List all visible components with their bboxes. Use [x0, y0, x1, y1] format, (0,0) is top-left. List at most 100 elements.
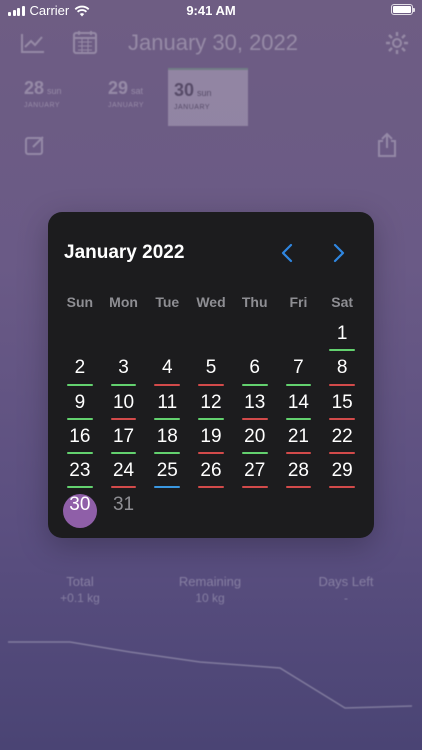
day-number: 26 [200, 460, 222, 482]
day-status-bar [241, 417, 268, 420]
calendar-day[interactable]: 22 [320, 423, 364, 457]
day-status-bar [329, 417, 355, 420]
empty-day-cell [189, 320, 233, 354]
calendar-day[interactable]: 19 [189, 423, 233, 457]
share-icon [378, 132, 396, 157]
calendar-day-selected[interactable]: 30 [58, 491, 102, 528]
day-status-bar [329, 486, 355, 489]
day-status-bar [285, 486, 312, 489]
day-number: 18 [156, 425, 178, 447]
day-number: 29 [331, 460, 353, 482]
edit-icon [25, 136, 44, 155]
calendar-day[interactable]: 7 [277, 354, 321, 388]
calendar-day[interactable]: 31 [102, 491, 146, 525]
calendar-day[interactable]: 20 [233, 423, 277, 457]
day-status-bar [285, 452, 312, 455]
calendar-day[interactable]: 5 [189, 354, 233, 388]
weight-graph [8, 641, 413, 709]
stat-remaining: Remaining 10 kg [178, 574, 242, 605]
day-number: 1 [336, 323, 348, 344]
calendar-popover: January 2022 Sun Mon Tue Wed Thu Fri Sat 12345… [48, 212, 374, 538]
day-status-bar [198, 452, 224, 455]
day-status-bar [110, 383, 137, 386]
day-status-bar [67, 383, 93, 386]
day-status-bar [329, 452, 355, 455]
calendar-day[interactable]: 18 [145, 423, 189, 457]
day-cards: 28 sun JANUARY 29 sat JANUARY 30 sun JANUAR… [18, 68, 404, 126]
calendar-day[interactable]: 17 [102, 423, 146, 457]
calendar-icon [73, 31, 97, 54]
empty-day-cell [102, 320, 146, 354]
day-status-bar [329, 349, 355, 352]
prev-month-button[interactable] [276, 242, 298, 264]
day-status-bar [67, 417, 93, 420]
day-status-bar [154, 452, 181, 455]
day-number: 14 [287, 391, 309, 413]
calendar-day[interactable]: 11 [145, 389, 189, 423]
day-status-bar [67, 452, 93, 455]
calendar-day[interactable]: 16 [58, 423, 102, 457]
calendar-day[interactable]: 15 [320, 389, 364, 423]
calendar-day[interactable]: 2 [58, 354, 102, 388]
calendar-day[interactable]: 24 [102, 457, 146, 491]
gear-icon [386, 32, 408, 54]
weekday-label: Thu [241, 294, 268, 310]
weekday-label: Wed [196, 294, 226, 310]
day-number: 20 [244, 425, 266, 447]
chevron-right-icon [333, 243, 345, 263]
day-number: 10 [112, 391, 135, 413]
calendar-day[interactable]: 3 [102, 354, 146, 388]
day-number: 28 [287, 460, 309, 482]
day-number: 22 [331, 425, 353, 447]
empty-day-cell [145, 320, 189, 354]
calendar-day[interactable]: 28 [277, 457, 321, 491]
date-title: January 30, 2022 [128, 30, 299, 55]
day-status-bar [241, 452, 268, 455]
day-status-bar [198, 417, 224, 420]
chart-icon [21, 34, 44, 53]
calendar-day[interactable]: 4 [145, 354, 189, 388]
calendar-day[interactable]: 23 [58, 457, 102, 491]
calendar-day[interactable]: 10 [102, 389, 146, 423]
day-number: 17 [112, 425, 135, 447]
calendar-day[interactable]: 27 [233, 457, 277, 491]
weekday-label: Mon [109, 294, 138, 310]
next-month-button[interactable] [328, 242, 350, 264]
empty-day-cell [277, 320, 321, 354]
day-number: 9 [74, 391, 86, 413]
day-number: 8 [336, 357, 348, 379]
calendar-day[interactable]: 12 [189, 389, 233, 423]
day-status-bar [198, 383, 224, 386]
day-status-bar [154, 417, 181, 420]
calendar-day[interactable]: 6 [233, 354, 277, 388]
calendar-day[interactable]: 21 [277, 423, 321, 457]
day-number: 15 [331, 391, 353, 413]
weekday-header: Sun Mon Tue Wed Thu Fri Sat [58, 294, 364, 310]
day-status-bar [67, 486, 93, 489]
day-number: 23 [69, 460, 91, 482]
day-number: 5 [205, 357, 217, 379]
day-status-bar [241, 486, 268, 489]
weekday-label: Fri [289, 294, 308, 310]
day-status-bar [154, 486, 181, 489]
calendar-day[interactable]: 8 [320, 354, 364, 388]
day-number: 13 [244, 391, 266, 413]
calendar-day[interactable]: 25 [145, 457, 189, 491]
day-card-selected: 30 sun JANUARY [168, 68, 248, 126]
chevron-left-icon [281, 243, 293, 263]
day-number: 6 [249, 357, 260, 379]
day-number: 27 [244, 460, 266, 482]
day-number: 31 [112, 494, 135, 516]
day-card: 28 sun JANUARY [24, 78, 62, 109]
stat-total: Total +0.1 kg [60, 574, 100, 605]
calendar-day[interactable]: 14 [277, 389, 321, 423]
day-number: 3 [118, 357, 129, 379]
calendar-day[interactable]: 13 [233, 389, 277, 423]
calendar-day[interactable]: 26 [189, 457, 233, 491]
weekday-label: Tue [155, 294, 180, 310]
day-status-bar [110, 486, 137, 489]
calendar-day[interactable]: 9 [58, 389, 102, 423]
day-number: 16 [69, 425, 91, 447]
calendar-day[interactable]: 1 [320, 320, 364, 354]
calendar-day[interactable]: 29 [320, 457, 364, 491]
